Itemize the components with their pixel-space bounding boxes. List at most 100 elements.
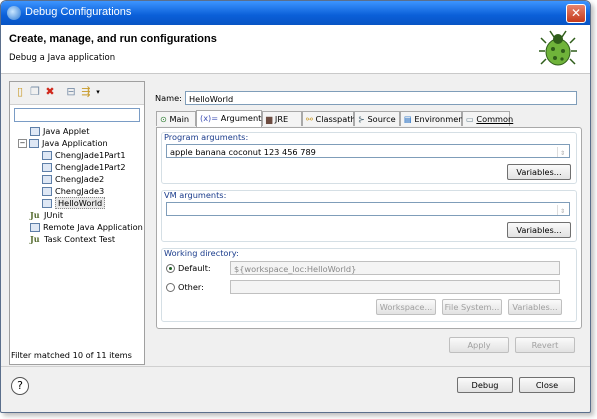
junit-icon: Ju [30, 210, 40, 220]
tree-item-junit[interactable]: Ju JUnit [30, 209, 63, 221]
config-icon [42, 187, 52, 196]
tree-item-label: JUnit [44, 210, 64, 220]
tree-item-label: ChengJade2 [55, 174, 105, 184]
program-arguments-label: Program arguments: [164, 132, 249, 142]
tab-jre[interactable]: ▆ JRE [262, 111, 302, 126]
vm-arguments-label: VM arguments: [164, 190, 227, 200]
applet-icon [30, 127, 40, 136]
configuration-editor: Name: HelloWorld ⊙ Main (x)= Arguments ▆… [151, 81, 585, 363]
debug-configurations-window: Debug Configurations ✕ Create, manage, a… [0, 0, 591, 413]
environment-tab-icon: ▤ [404, 114, 412, 124]
filter-icon[interactable]: ⇶ [80, 86, 92, 98]
tree-item-label: Task Context Test [44, 234, 116, 244]
tab-label: Classpath [315, 114, 356, 124]
tree-item-chengjade1part2[interactable]: ChengJade1Part2 [42, 161, 126, 173]
tab-label: Source [367, 114, 396, 124]
vm-variables-button[interactable]: Variables... [507, 222, 571, 238]
junit-icon: Ju [30, 234, 40, 244]
tab-environment[interactable]: ▤ Environment [400, 111, 467, 126]
vm-arguments-field[interactable]: ⇕ [166, 202, 570, 216]
window-title: Debug Configurations [25, 6, 132, 18]
tab-label: Main [169, 114, 190, 124]
collapse-all-icon[interactable]: ⊟ [65, 86, 77, 98]
default-label: Default: [178, 263, 211, 273]
debug-button[interactable]: Debug [457, 377, 513, 393]
tree-item-java-application[interactable]: − Java Application [18, 137, 108, 149]
left-toolbar: ▯ ❐ ✖ ⊟ ⇶ ▾ [10, 82, 144, 105]
config-icon [42, 163, 52, 172]
arguments-tab-content: Program arguments: apple banana coconut … [156, 127, 582, 329]
name-label: Name: [155, 93, 182, 103]
tab-common[interactable]: ▭ Common [462, 111, 514, 126]
program-variables-button[interactable]: Variables... [507, 164, 571, 180]
tab-main[interactable]: ⊙ Main [156, 111, 196, 126]
header-subtitle: Debug a Java application [9, 53, 116, 63]
jre-tab-icon: ▆ [266, 114, 273, 124]
dialog-footer: ? Debug Close [1, 366, 590, 412]
common-tab-icon: ▭ [466, 114, 474, 124]
tab-label: Environment [414, 114, 467, 124]
dialog-header: Create, manage, and run configurations D… [1, 25, 590, 74]
filter-menu-icon[interactable]: ▾ [92, 86, 104, 98]
eclipse-icon [7, 6, 21, 20]
tree-item-chengjade3[interactable]: ChengJade3 [42, 185, 104, 197]
tree-item-label: Java Applet [43, 126, 90, 136]
remote-icon [30, 223, 40, 232]
config-icon [42, 151, 52, 160]
filter-input[interactable] [14, 108, 140, 122]
other-label: Other: [178, 282, 204, 292]
program-arguments-text: apple banana coconut 123 456 789 [170, 147, 316, 157]
delete-icon[interactable]: ✖ [44, 86, 56, 98]
new-config-icon[interactable]: ▯ [14, 86, 26, 98]
close-window-button[interactable]: ✕ [566, 4, 586, 23]
tab-source[interactable]: ⊱ Source [354, 111, 400, 126]
tree-item-label: Remote Java Application [43, 222, 143, 232]
config-icon [42, 175, 52, 184]
duplicate-icon[interactable]: ❐ [29, 86, 41, 98]
tab-label: Arguments [220, 113, 266, 123]
tree-item-chengjade2[interactable]: ChengJade2 [42, 173, 104, 185]
name-field[interactable]: HelloWorld [185, 91, 577, 105]
tree-item-java-applet[interactable]: Java Applet [30, 125, 89, 137]
default-directory-field: ${workspace_loc:HelloWorld} [230, 261, 560, 275]
tab-arguments[interactable]: (x)= Arguments [196, 110, 266, 127]
other-directory-field[interactable] [230, 280, 560, 294]
tree-item-label: ChengJade1Part1 [55, 150, 126, 160]
scroll-arrows-icon[interactable]: ⇕ [557, 205, 567, 215]
tab-label: JRE [274, 114, 289, 124]
tree-item-label: ChengJade3 [55, 186, 105, 196]
other-radio[interactable] [166, 283, 175, 292]
workspace-button[interactable]: Workspace... [376, 299, 436, 315]
tree-item-task-context-test[interactable]: Ju Task Context Test [30, 233, 115, 245]
tree-item-chengjade1part1[interactable]: ChengJade1Part1 [42, 149, 126, 161]
header-title: Create, manage, and run configurations [9, 33, 217, 45]
arguments-tab-icon: (x)= [200, 113, 219, 123]
program-arguments-field[interactable]: apple banana coconut 123 456 789 ⇕ [166, 144, 570, 158]
tab-classpath[interactable]: ⚯ Classpath [302, 111, 356, 126]
collapse-toggle-icon[interactable]: − [18, 139, 27, 148]
scroll-arrows-icon[interactable]: ⇕ [557, 147, 567, 157]
tab-label: Common [476, 114, 514, 124]
close-button[interactable]: Close [519, 377, 575, 393]
program-arguments-group: Program arguments: apple banana coconut … [161, 132, 577, 184]
working-directory-label: Working directory: [164, 248, 239, 258]
revert-button[interactable]: Revert [515, 337, 575, 353]
tree-item-remote-java-application[interactable]: Remote Java Application [30, 221, 143, 233]
help-icon[interactable]: ? [11, 377, 29, 395]
working-directory-group: Working directory: Default: ${workspace_… [161, 248, 577, 322]
filter-status: Filter matched 10 of 11 items [11, 350, 132, 360]
default-radio[interactable] [166, 264, 175, 273]
file-system-button[interactable]: File System... [442, 299, 502, 315]
apply-button[interactable]: Apply [449, 337, 509, 353]
classpath-tab-icon: ⚯ [306, 114, 313, 124]
working-variables-button[interactable]: Variables... [508, 299, 562, 315]
source-tab-icon: ⊱ [358, 114, 365, 124]
tree-item-helloworld[interactable]: HelloWorld [42, 197, 106, 209]
bug-icon [539, 30, 577, 66]
tree-item-label: HelloWorld [55, 197, 106, 209]
vm-arguments-group: VM arguments: ⇕ Variables... [161, 190, 577, 242]
tree-item-label: ChengJade1Part2 [55, 162, 126, 172]
config-icon [42, 199, 52, 208]
java-app-icon [29, 139, 39, 148]
tree-item-label: Java Application [42, 138, 108, 148]
